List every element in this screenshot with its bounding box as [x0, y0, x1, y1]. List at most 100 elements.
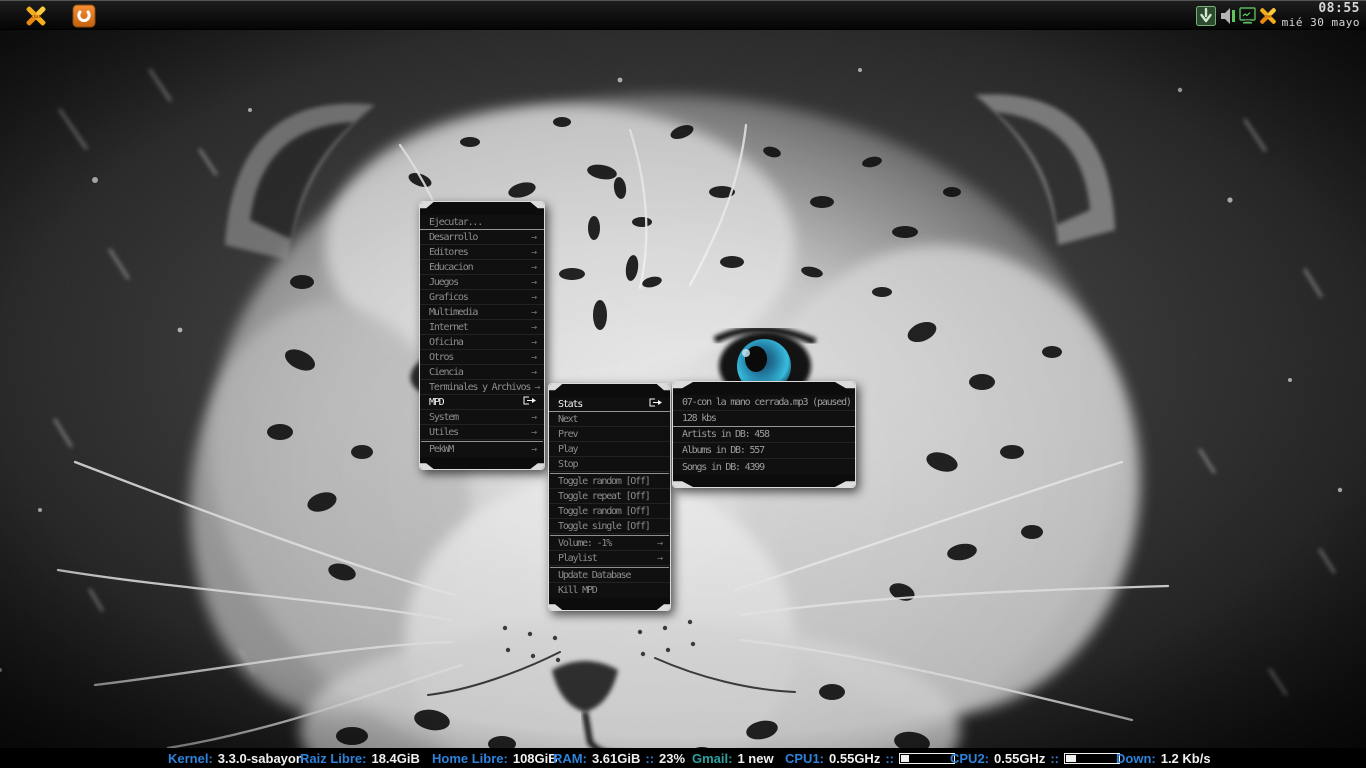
menu-item-label: Volume: -1%: [558, 537, 612, 549]
menu-item-mpd[interactable]: MPD: [420, 395, 544, 410]
menu-item-label: System: [429, 411, 459, 423]
menu-item-label: Prev: [558, 428, 579, 440]
menu-item-terminales-y-archivos[interactable]: Terminales y Archivos →: [420, 380, 544, 395]
menu-item-label: Multimedia: [429, 306, 478, 318]
menu-item-stop[interactable]: Stop: [549, 457, 670, 472]
status-value: 0.55GHz: [994, 750, 1046, 766]
status-value: 1 new: [737, 750, 774, 766]
submenu-arrow-icon: →: [530, 444, 537, 455]
status-label: Gmail:: [692, 750, 733, 766]
menu-decoration-bottom: [549, 598, 670, 610]
status-gmail: Gmail: 1 new: [692, 748, 774, 768]
menu-item-label: Next: [558, 413, 579, 425]
menu-item-oficina[interactable]: Oficina →: [420, 335, 544, 350]
menu-item-label: Internet: [429, 321, 469, 333]
status-label: Home Libre:: [432, 750, 508, 766]
status-separator: ::: [885, 750, 894, 766]
menu-item-toggle-random-off[interactable]: Toggle random [Off]: [549, 504, 670, 519]
menu-item-graficos[interactable]: Graficos →: [420, 290, 544, 305]
menu-item-toggle-repeat-off[interactable]: Toggle repeat [Off]: [549, 489, 670, 504]
menu-item-pekwm[interactable]: PekWM →: [420, 442, 544, 457]
orange-app-icon[interactable]: [72, 4, 96, 28]
menu-item-internet[interactable]: Internet →: [420, 320, 544, 335]
xchat-icon[interactable]: chat: [24, 4, 48, 28]
menu-item-label: Ejecutar...: [429, 216, 483, 228]
submenu-open-icon: [649, 398, 662, 407]
status-value: 3.3.0-sabayon: [217, 750, 304, 766]
menu-item-label: Ciencia: [429, 366, 464, 378]
menu-item-label: Stats: [558, 398, 583, 410]
menu-item-label: Albums in DB: 557: [682, 445, 765, 456]
menu-item-educacion[interactable]: Educacion →: [420, 260, 544, 275]
menu-item-otros[interactable]: Otros →: [420, 350, 544, 365]
menu-item-label: Toggle random [Off]: [558, 505, 651, 517]
menu-item-multimedia[interactable]: Multimedia →: [420, 305, 544, 320]
menu-item-kill-mpd[interactable]: Kill MPD: [549, 583, 670, 598]
menu-item-label: Otros: [429, 351, 454, 363]
submenu-open-arrow: [523, 396, 537, 408]
menu-item-ciencia[interactable]: Ciencia →: [420, 365, 544, 380]
menu-item-juegos[interactable]: Juegos →: [420, 275, 544, 290]
menu-item-albums-in-db-557[interactable]: Albums in DB: 557: [673, 443, 855, 459]
menu-item-label: MPD: [429, 396, 445, 408]
menu-item-songs-in-db-4399[interactable]: Songs in DB: 4399: [673, 459, 855, 475]
status-down: Down: 1.2 Kb/s: [1116, 748, 1211, 768]
menu-item-desarrollo[interactable]: Desarrollo →: [420, 230, 544, 245]
menu-item-label: Juegos: [429, 276, 459, 288]
menu-item-128-kbs[interactable]: 128 kbs: [673, 411, 855, 427]
menu-item-07-con-la-mano-cerrada-mp3-paused[interactable]: 07-con la mano cerrada.mp3 (paused): [673, 395, 855, 411]
status-cpu1: CPU1: 0.55GHz::: [785, 748, 955, 768]
submenu-arrow-icon: →: [534, 381, 541, 393]
submenu-arrow-icon: →: [530, 276, 537, 288]
menu-item-label: Toggle repeat [Off]: [558, 490, 651, 502]
menu-item-prev[interactable]: Prev: [549, 427, 670, 442]
status-bar: Kernel: 3.3.0-sabayon Raiz Libre: 18.4GiB Ho…: [0, 748, 1366, 768]
status-progress-bar: [1064, 752, 1120, 764]
menu-item-toggle-random-off[interactable]: Toggle random [Off]: [549, 474, 670, 489]
status-label: Down:: [1116, 750, 1156, 766]
submenu-arrow-icon: →: [530, 246, 537, 258]
menu-item-label: 128 kbs: [682, 413, 717, 424]
menu-item-stats[interactable]: Stats: [549, 397, 670, 412]
status-separator: ::: [645, 750, 655, 766]
submenu-arrow-icon: →: [530, 411, 537, 423]
submenu-arrow-icon: →: [656, 537, 663, 549]
menu-item-playlist[interactable]: Playlist →: [549, 551, 670, 566]
network-monitor-icon[interactable]: [1238, 6, 1258, 26]
menu-item-volume-1[interactable]: Volume: -1% →: [549, 536, 670, 551]
menu-item-label: Educacion: [429, 261, 474, 273]
status-value2: 23%: [659, 750, 686, 766]
menu-item-update-database[interactable]: Update Database: [549, 568, 670, 583]
status-value: 108GiB: [512, 750, 558, 766]
menu-item-toggle-single-off[interactable]: Toggle single [Off]: [549, 519, 670, 534]
status-label: CPU2:: [950, 750, 990, 766]
status-cpu2: CPU2: 0.55GHz::: [950, 748, 1120, 768]
status-progress-fill: [901, 754, 910, 762]
menu-item-next[interactable]: Next: [549, 412, 670, 427]
menu-item-play[interactable]: Play: [549, 442, 670, 457]
status-raiz: Raiz Libre: 18.4GiB: [300, 748, 420, 768]
submenu-arrow-icon: →: [656, 552, 663, 564]
status-kernel: Kernel: 3.3.0-sabayon: [168, 748, 304, 768]
menu-item-label: Artists in DB: 458: [682, 429, 770, 440]
svg-text:chat: chat: [31, 14, 41, 19]
svg-text:chat: chat: [1264, 15, 1272, 19]
menu-item-label: Desarrollo: [429, 231, 478, 243]
menu-item-label: Kill MPD: [558, 585, 598, 596]
submenu-arrow-icon: →: [530, 336, 537, 348]
menu-decoration-bottom: [673, 475, 855, 487]
update-manager-icon[interactable]: [1196, 6, 1216, 26]
menu-item-editores[interactable]: Editores →: [420, 245, 544, 260]
menu-item-artists-in-db-458[interactable]: Artists in DB: 458: [673, 427, 855, 443]
menu-item-utiles[interactable]: Utiles →: [420, 425, 544, 440]
submenu-arrow-icon: →: [530, 291, 537, 303]
submenu-arrow-icon: →: [530, 321, 537, 333]
xchat-icon[interactable]: chat: [1258, 6, 1278, 26]
menu-item-ejecutar[interactable]: Ejecutar...: [420, 215, 544, 230]
volume-icon[interactable]: [1220, 6, 1236, 26]
status-value: 0.55GHz: [829, 750, 881, 766]
status-separator: ::: [1050, 750, 1059, 766]
menu-item-system[interactable]: System →: [420, 410, 544, 425]
status-value: 3.61GiB: [591, 750, 641, 766]
submenu-arrow-icon: →: [530, 306, 537, 318]
